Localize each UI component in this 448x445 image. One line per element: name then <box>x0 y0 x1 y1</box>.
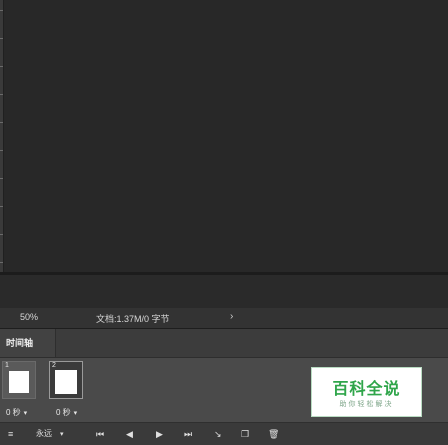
zoom-level[interactable]: 50% <box>20 312 38 322</box>
frame-number: 1 <box>5 362 9 369</box>
duplicate-frame-icon[interactable]: ❐ <box>241 427 249 441</box>
frame-1-delay[interactable]: 0 秒 ▾ <box>6 407 27 418</box>
chevron-down-icon: ▾ <box>23 410 28 417</box>
loop-option-label: 永远 <box>36 429 52 438</box>
loop-options-select[interactable]: 永远 ▾ <box>36 427 64 442</box>
chevron-down-icon: ▾ <box>60 431 64 438</box>
frame-1[interactable]: 1 <box>2 361 36 399</box>
convert-timeline-icon[interactable]: ≡ <box>8 427 13 441</box>
next-frame-icon[interactable]: ⏭ <box>184 427 192 441</box>
previous-frame-icon[interactable]: ◀ <box>126 427 133 441</box>
frame-thumbnail <box>9 371 29 393</box>
watermark-logo: 百科全说 助你轻松解决 <box>311 367 422 417</box>
delete-frame-icon[interactable]: 🗑 <box>268 427 279 441</box>
frame-thumbnail <box>55 370 77 394</box>
watermark-title: 百科全说 <box>332 381 401 398</box>
tab-timeline[interactable]: 时间轴 <box>0 329 56 357</box>
frame-2[interactable]: 2 <box>49 361 83 399</box>
frame-number: 2 <box>52 362 56 369</box>
chevron-down-icon: ▾ <box>73 410 78 417</box>
status-bar: 50% 文档:1.37M/0 字节 › <box>0 308 448 329</box>
tween-icon[interactable]: ↘ <box>214 427 222 441</box>
app-window: 50% 文档:1.37M/0 字节 › 时间轴 1 2 0 秒▾ 0 秒▾ <box>0 0 448 445</box>
delay-value: 0 秒 <box>56 408 71 417</box>
document-canvas[interactable] <box>4 0 448 272</box>
timeline-controls: ≡ 永远 ▾ ⏮ ◀ ▶ ⏭ ↘ ❐ 🗑 <box>0 422 448 445</box>
delay-value: 0 秒 <box>6 408 21 417</box>
play-icon[interactable]: ▶ <box>156 427 163 441</box>
first-frame-icon[interactable]: ⏮ <box>96 427 104 441</box>
document-size-info: 文档:1.37M/0 字节 <box>96 314 170 324</box>
workspace-background <box>0 275 448 308</box>
frame-2-delay[interactable]: 0 秒 ▾ <box>56 407 77 418</box>
status-menu-arrow-icon[interactable]: › <box>230 311 233 322</box>
timeline-header: 时间轴 <box>0 329 448 358</box>
watermark-subtitle: 助你轻松解决 <box>339 401 394 408</box>
